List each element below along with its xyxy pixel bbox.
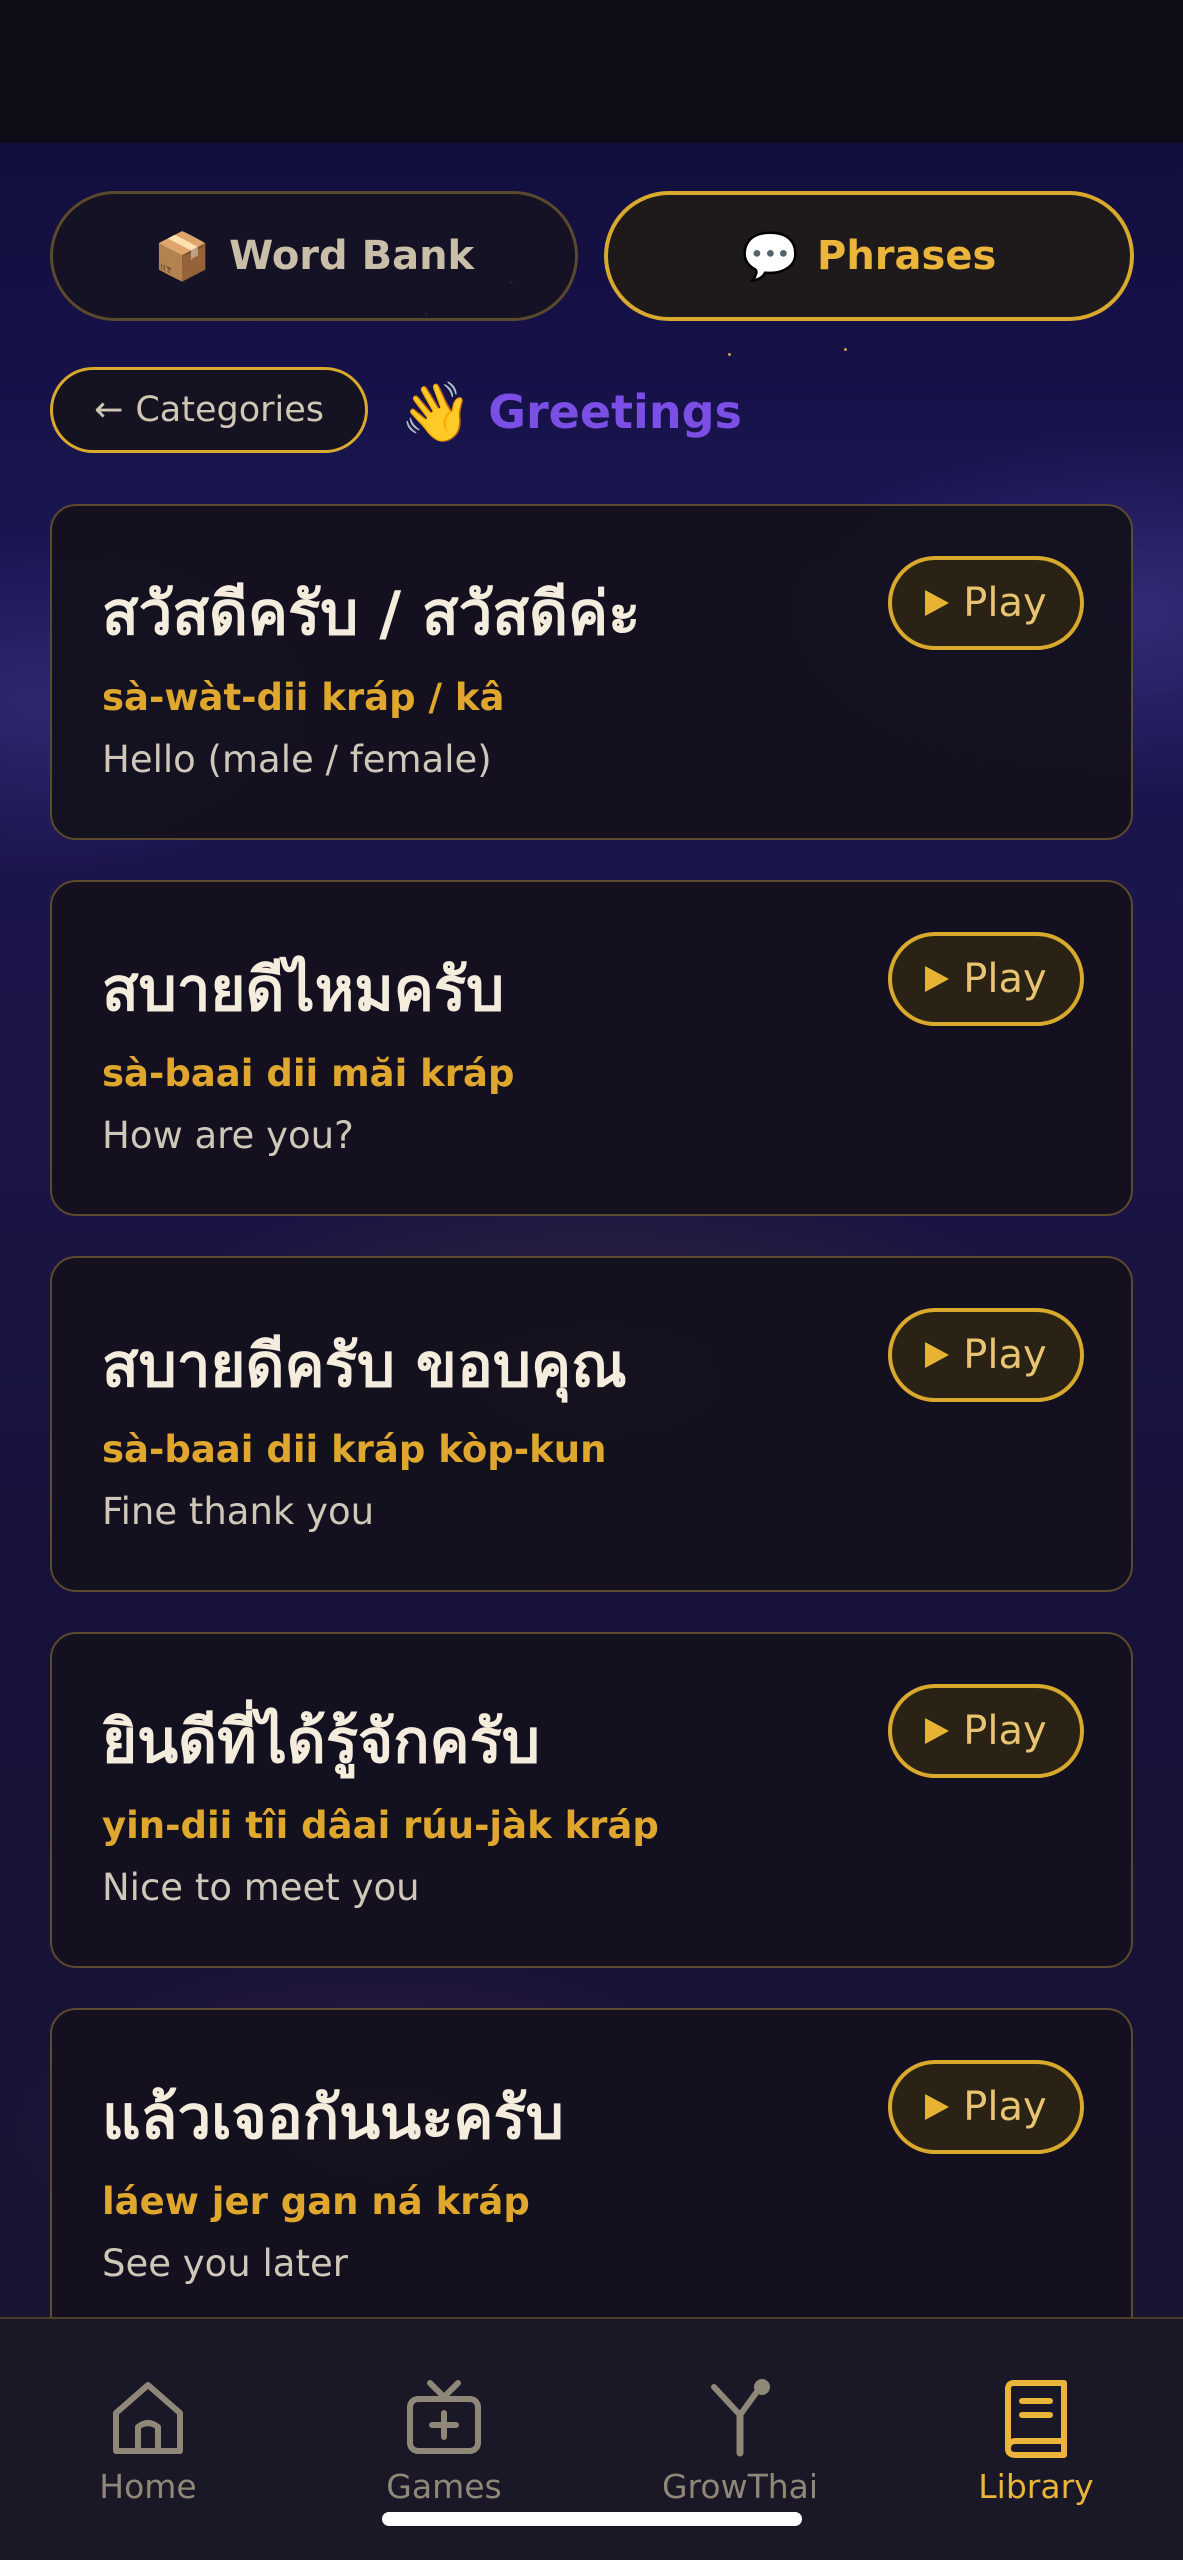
play-icon [925,2094,950,2120]
play-icon [925,1718,950,1744]
phrase-card: สบายดีครับ ขอบคุณ sà-baai dii kráp kòp-k… [50,1256,1133,1592]
phrase-card: สวัสดีครับ / สวัสดีค่ะ sà-wàt-dii kráp /… [50,504,1133,840]
play-icon [925,966,950,992]
tab-phrases[interactable]: 💬 Phrases [604,191,1134,321]
thai-phrase: สบายดีไหมครับ [102,955,505,1025]
english-translation: Hello (male / female) [102,738,492,781]
book-icon [1005,2380,1067,2458]
play-button[interactable]: Play [888,1684,1084,1778]
nav-games-label: Games [386,2467,502,2506]
categories-button-label: Categories [135,390,324,430]
play-button-label: Play [963,580,1047,626]
romanization: sà-wàt-dii kráp / kâ [102,676,505,719]
play-button[interactable]: Play [888,556,1084,650]
tab-word-bank[interactable]: 📦 Word Bank [50,191,578,321]
nav-home[interactable]: Home [0,2319,296,2519]
nav-growthai-label: GrowThai [661,2467,819,2506]
phrase-card: ยินดีที่ได้รู้จักครับ yin-dii tîi dâai r… [50,1632,1133,1968]
nav-library[interactable]: Library [888,2319,1183,2519]
play-button-label: Play [963,2084,1047,2130]
english-translation: Nice to meet you [102,1866,420,1909]
phrase-card: สบายดีไหมครับ sà-baai dii măi kráp How a… [50,880,1133,1216]
arrow-left-icon: ← [94,390,124,430]
play-icon [925,590,950,616]
speech-bubble-icon: 💬 [741,229,799,283]
star-decoration [844,348,847,351]
home-indicator [382,2512,802,2526]
romanization: sà-baai dii măi kráp [102,1052,515,1095]
english-translation: See you later [102,2242,348,2285]
play-button-label: Play [963,956,1047,1002]
play-button[interactable]: Play [888,1308,1084,1402]
play-button-label: Play [963,1332,1047,1378]
play-button[interactable]: Play [888,932,1084,1026]
play-button-label: Play [963,1708,1047,1754]
english-translation: How are you? [102,1114,354,1157]
package-icon: 📦 [153,229,212,283]
thai-phrase: ยินดีที่ได้รู้จักครับ [102,1707,540,1777]
tab-phrases-label: Phrases [817,233,997,279]
play-button[interactable]: Play [888,2060,1084,2154]
phrase-card: แล้วเจอกันนะครับ láew jer gan ná kráp Se… [50,2008,1133,2344]
romanization: yin-dii tîi dâai rúu-jàk kráp [102,1804,659,1847]
section-title: Greetings [488,385,742,439]
tv-plus-icon [407,2380,481,2454]
status-bar [0,0,1183,143]
tab-word-bank-label: Word Bank [229,233,475,279]
waving-hand-icon: 👋 [400,378,473,446]
play-icon [925,1342,950,1368]
nav-home-label: Home [99,2467,197,2506]
star-decoration [728,353,731,356]
back-to-categories-button[interactable]: ← Categories [50,367,368,453]
thai-phrase: สวัสดีครับ / สวัสดีค่ะ [102,579,641,649]
sprout-icon [711,2379,770,2457]
romanization: sà-baai dii kráp kòp-kun [102,1428,607,1471]
thai-phrase: แล้วเจอกันนะครับ [102,2083,564,2153]
english-translation: Fine thank you [102,1490,375,1533]
nav-games[interactable]: Games [296,2319,592,2519]
thai-phrase: สบายดีครับ ขอบคุณ [102,1331,627,1401]
nav-library-label: Library [978,2467,1094,2506]
phrase-library-screen: 📦 Word Bank 💬 Phrases ← Categories 👋 Gre… [0,0,1183,2560]
romanization: láew jer gan ná kráp [102,2180,530,2223]
home-icon [113,2382,183,2454]
section-heading: 👋 Greetings [400,372,742,452]
nav-growthai[interactable]: GrowThai [592,2319,888,2519]
